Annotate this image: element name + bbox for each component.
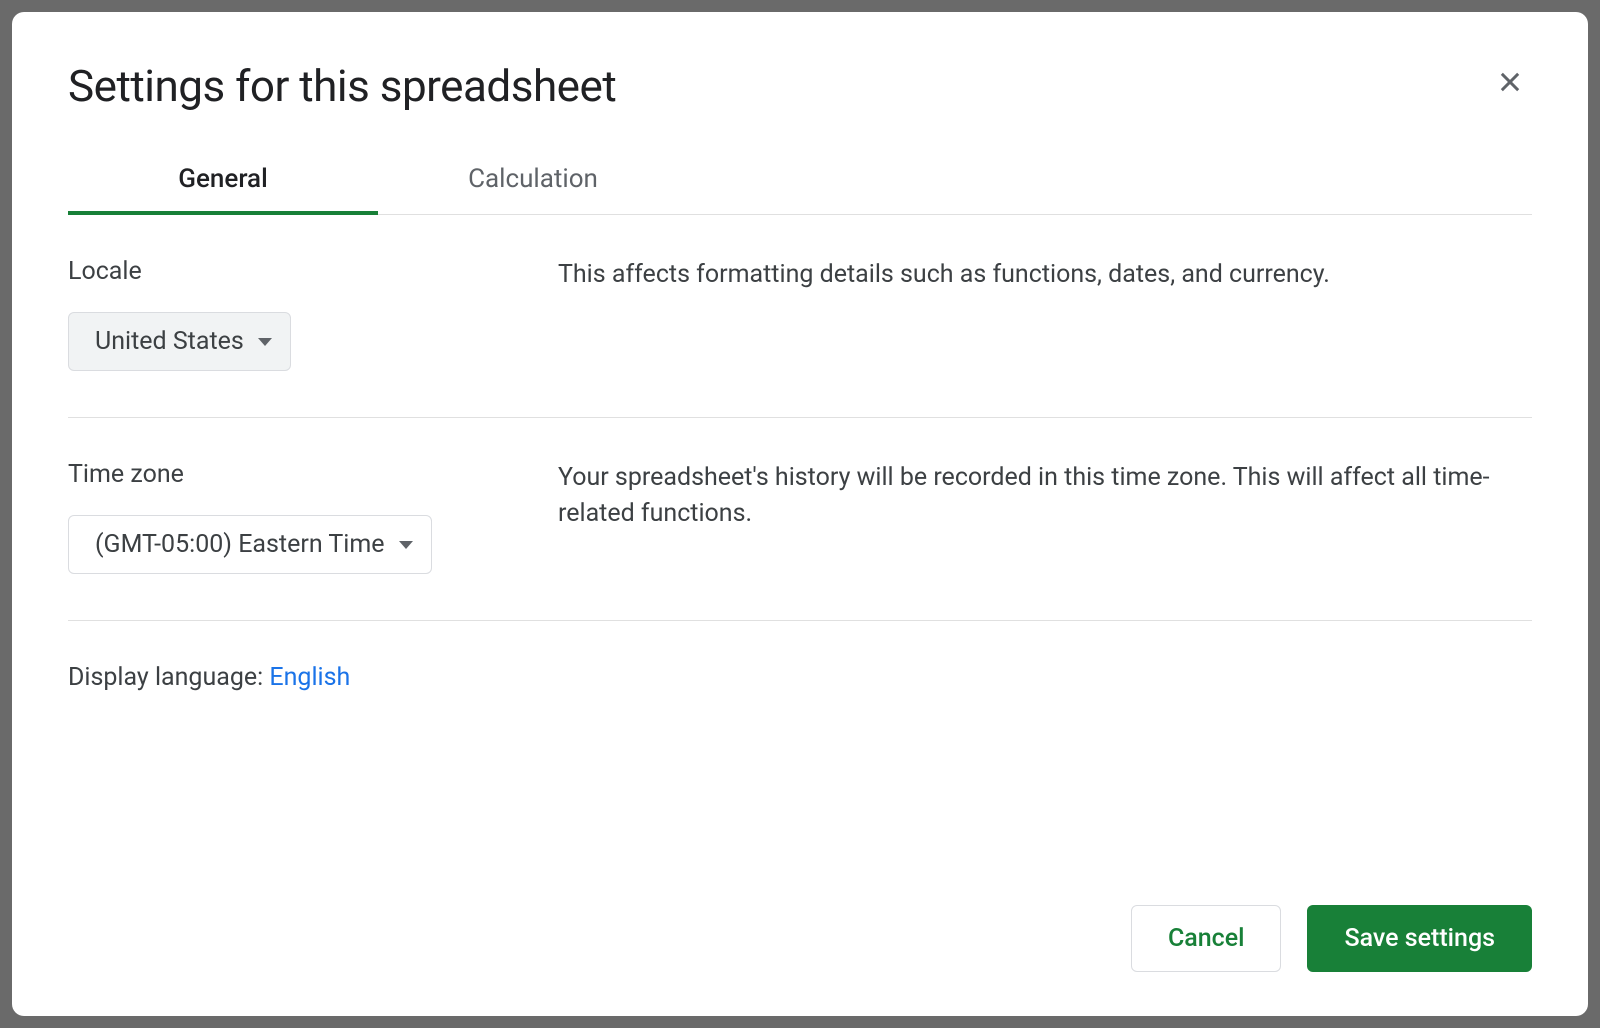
language-row: Display language: English [68,621,1532,734]
tab-general[interactable]: General [68,164,378,214]
locale-dropdown[interactable]: United States [68,312,291,371]
timezone-control: Time zone (GMT-05:00) Eastern Time [68,460,558,574]
dialog-header: Settings for this spreadsheet [68,60,1532,112]
dialog-title: Settings for this spreadsheet [68,60,616,112]
locale-control: Locale United States [68,257,558,371]
chevron-down-icon [399,541,413,549]
locale-description: This affects formatting details such as … [558,257,1330,293]
chevron-down-icon [258,338,272,346]
timezone-label: Time zone [68,460,558,489]
locale-label: Locale [68,257,558,286]
close-button[interactable] [1488,60,1532,104]
timezone-value: (GMT-05:00) Eastern Time [95,530,385,559]
dialog-footer: Cancel Save settings [68,905,1532,972]
tabs-container: General Calculation [68,164,1532,215]
cancel-button[interactable]: Cancel [1131,905,1282,972]
timezone-dropdown[interactable]: (GMT-05:00) Eastern Time [68,515,432,574]
language-label: Display language: [68,663,269,692]
settings-body: Locale United States This affects format… [68,215,1532,905]
settings-dialog: Settings for this spreadsheet General Ca… [12,12,1588,1016]
timezone-row: Time zone (GMT-05:00) Eastern Time Your … [68,418,1532,621]
timezone-description: Your spreadsheet's history will be recor… [558,460,1532,533]
tab-calculation[interactable]: Calculation [378,164,688,214]
language-link[interactable]: English [269,663,350,692]
save-button[interactable]: Save settings [1307,905,1532,972]
locale-row: Locale United States This affects format… [68,215,1532,418]
locale-value: United States [95,327,244,356]
close-icon [1496,68,1524,96]
